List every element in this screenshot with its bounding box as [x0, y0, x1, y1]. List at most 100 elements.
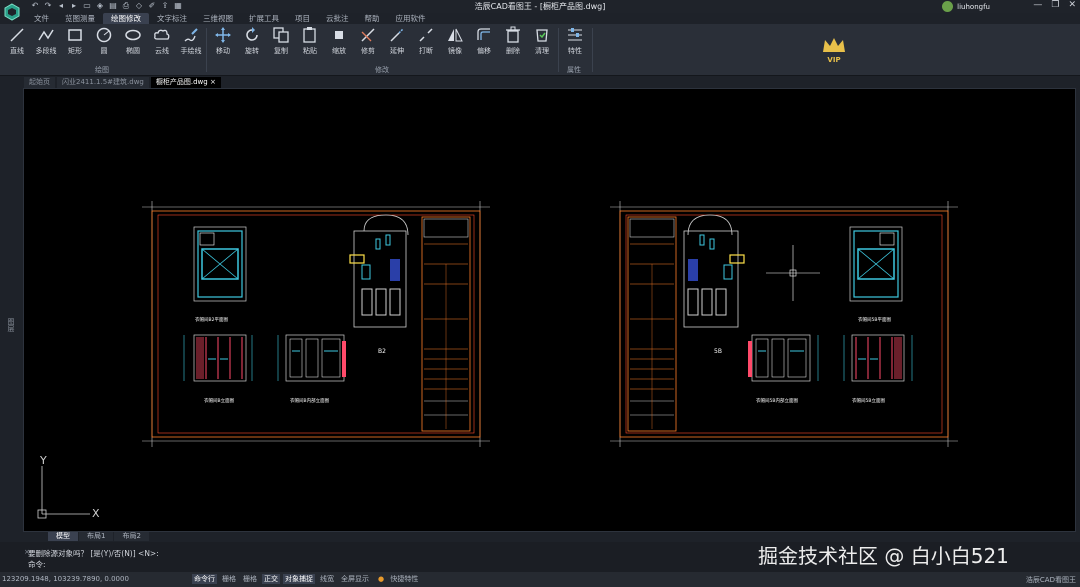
copy-icon [273, 27, 289, 43]
caption-inner-elevation-right: 衣帽间5B内部立面图 [756, 397, 798, 404]
purge-tool-button[interactable]: 清理 [527, 26, 557, 58]
status-bar: 123209.1948, 103239.7890, 0.0000 命令行 栅格 … [0, 572, 1080, 587]
tab-file[interactable]: 文件 [26, 13, 57, 24]
ucs-x-label: X [92, 507, 100, 520]
move-tool-button[interactable]: 移动 [208, 26, 238, 58]
tab-model[interactable]: 模型 [48, 532, 78, 541]
minimize-icon[interactable]: — [1033, 0, 1042, 10]
rectangle-icon [68, 29, 82, 41]
layers-panel-label[interactable]: 图层 [6, 318, 16, 332]
layout-tabs: 模型 布局1 布局2 [48, 532, 150, 541]
trash-icon [506, 26, 520, 43]
properties-icon [568, 28, 582, 41]
group-label-draw: 绘图 [95, 66, 109, 74]
crown-icon [823, 38, 845, 52]
rotate-icon [246, 27, 258, 41]
right-sheet: 5B 衣帽间5B平面图 衣帽间5B内部立面图 衣帽间5B立面图 [610, 201, 958, 447]
line-tool-button[interactable]: 直线 [2, 26, 32, 58]
extend-tool-button[interactable]: 延伸 [382, 26, 412, 58]
tab-view-measure[interactable]: 览图测量 [57, 13, 103, 24]
close-tab-icon[interactable]: × [210, 78, 216, 86]
tab-layout1[interactable]: 布局1 [79, 532, 114, 541]
coordinate-readout: 123209.1948, 103239.7890, 0.0000 [2, 575, 129, 583]
paste-icon [303, 27, 316, 43]
toggle-object-snap[interactable]: 对象捕捉 [283, 574, 315, 584]
scale-icon [335, 31, 343, 39]
ellipse-tool-button[interactable]: 椭圆 [118, 26, 148, 58]
user-name: liuhongfu [957, 2, 990, 11]
tab-apps[interactable]: 应用软件 [388, 13, 434, 24]
left-sheet: B2 衣帽间B2平面图 衣帽间B立面图 衣帽间B内部立面图 [142, 201, 490, 447]
ucs-y-label: Y [39, 454, 47, 467]
tab-cloud-comment[interactable]: 云批注 [318, 13, 357, 24]
tab-extension-tools[interactable]: 扩展工具 [241, 13, 287, 24]
user-account[interactable]: liuhongfu [942, 1, 990, 12]
status-app-name: 浩辰CAD看图王 [1025, 576, 1076, 584]
freehand-icon [184, 28, 198, 42]
properties-tool-button[interactable]: 特性 [560, 26, 590, 58]
toggle-fullscreen[interactable]: 全屏显示 [339, 574, 371, 584]
break-tool-button[interactable]: 打断 [411, 26, 441, 58]
doc-tab-cabinet[interactable]: 橱柜产品图.dwg × [150, 77, 221, 88]
tab-3d-view[interactable]: 三维视图 [195, 13, 241, 24]
group-label-properties: 属性 [567, 66, 581, 74]
line-icon [10, 28, 24, 42]
caption-plan: 衣帽间B2平面图 [195, 316, 228, 323]
caption-inner-elevation: 衣帽间B内部立面图 [290, 397, 330, 404]
mirror-icon [448, 28, 463, 42]
delete-tool-button[interactable]: 删除 [498, 26, 528, 58]
ribbon-tabs: 文件 览图测量 绘图修改 文字标注 三维视图 扩展工具 项目 云批注 帮助 应用… [26, 13, 434, 24]
paste-tool-button[interactable]: 粘贴 [295, 26, 325, 58]
doc-tab-start[interactable]: 起始页 [24, 77, 55, 88]
status-dot-icon: ● [378, 575, 385, 583]
toggle-ortho[interactable]: 正交 [262, 574, 280, 584]
tab-layout2[interactable]: 布局2 [114, 532, 149, 541]
toggle-quick-properties[interactable]: ● 快捷特性 [374, 574, 422, 584]
break-icon [419, 28, 433, 42]
tab-draw-modify[interactable]: 绘图修改 [103, 13, 149, 24]
rotate-tool-button[interactable]: 旋转 [237, 26, 267, 58]
toggle-grid[interactable]: 栅格 [241, 574, 259, 584]
command-history: 要删除源对象吗？ [是(Y)/否(N)] <N>: [28, 549, 159, 558]
circle-icon [96, 27, 112, 43]
avatar [942, 1, 954, 12]
rectangle-tool-button[interactable]: 矩形 [60, 26, 90, 58]
circle-tool-button[interactable]: 圆 [89, 26, 119, 58]
tab-project[interactable]: 项目 [287, 13, 318, 24]
extend-icon [390, 28, 404, 42]
ellipse-icon [125, 29, 141, 41]
toggle-snap[interactable]: 栅格 [220, 574, 238, 584]
caption-elevation: 衣帽间B立面图 [204, 397, 235, 404]
scale-tool-button[interactable]: 缩放 [324, 26, 354, 58]
purge-icon [536, 29, 548, 42]
polyline-icon [38, 29, 54, 41]
tab-help[interactable]: 帮助 [357, 13, 388, 24]
doc-tab-building[interactable]: 闪业2411.1.5#建筑.dwg [57, 77, 149, 88]
offset-icon [477, 28, 490, 40]
move-icon [215, 27, 231, 43]
vip-badge[interactable]: VIP [820, 36, 848, 66]
tab-text-annotate[interactable]: 文字标注 [149, 13, 195, 24]
window-title: 浩辰CAD看图王 - [橱柜产品图.dwg] [474, 2, 606, 11]
ribbon-separator [592, 28, 593, 72]
revcloud-tool-button[interactable]: 云线 [147, 26, 177, 58]
title-bar: ↶ ↷ ◂ ▸ ▭ ◈ ▤ ⎙ ◇ ✐ ⇪ ▦ 浩辰CAD看图王 - [橱柜产品… [0, 0, 1080, 21]
command-prompt[interactable]: 命令: [28, 559, 46, 570]
maximize-icon[interactable]: ❐ [1051, 0, 1059, 10]
document-tabs: 起始页 闪业2411.1.5#建筑.dwg 橱柜产品图.dwg × [24, 77, 221, 88]
freehand-tool-button[interactable]: 手绘线 [176, 26, 206, 58]
copy-tool-button[interactable]: 复制 [266, 26, 296, 58]
close-icon[interactable]: ✕ [1068, 0, 1076, 10]
mirror-tool-button[interactable]: 镜像 [440, 26, 470, 58]
drawing-canvas[interactable]: B2 衣帽间B2平面图 衣帽间B立面图 衣帽间B内部立面图 5B 衣帽间5B平面… [23, 88, 1076, 532]
window-controls: — ❐ ✕ [1033, 0, 1076, 10]
cad-drawing: B2 衣帽间B2平面图 衣帽间B立面图 衣帽间B内部立面图 5B 衣帽间5B平面… [37, 201, 958, 520]
ribbon-separator [206, 28, 207, 72]
offset-tool-button[interactable]: 偏移 [469, 26, 499, 58]
polyline-tool-button[interactable]: 多段线 [31, 26, 61, 58]
group-label-modify: 修改 [375, 66, 389, 74]
toggle-lineweight[interactable]: 线宽 [318, 574, 336, 584]
toggle-command-line[interactable]: 命令行 [192, 574, 217, 584]
caption-plan-right: 衣帽间5B平面图 [858, 316, 891, 323]
trim-tool-button[interactable]: 修剪 [353, 26, 383, 58]
